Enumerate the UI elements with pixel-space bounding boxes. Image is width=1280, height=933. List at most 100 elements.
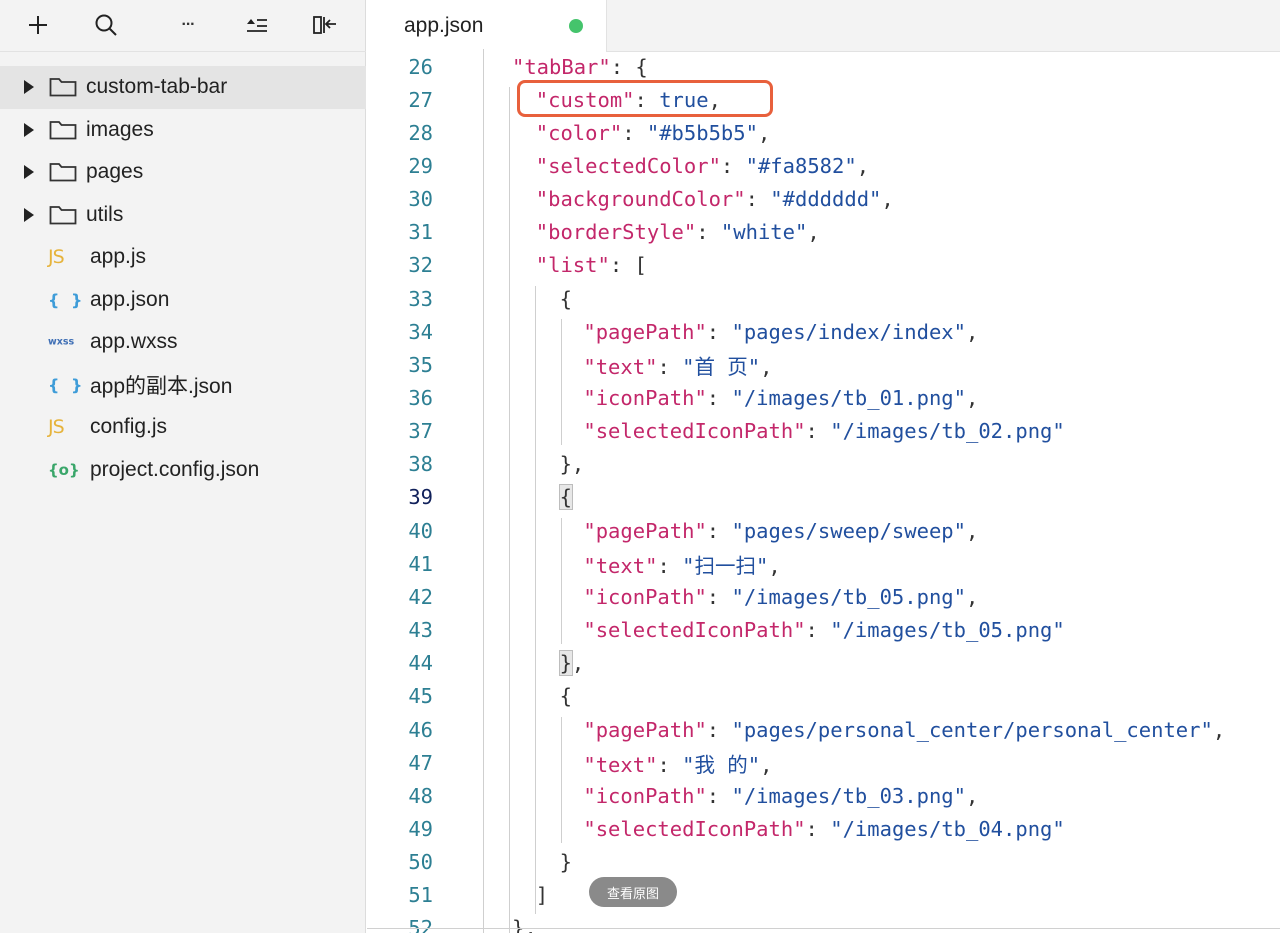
line-number: 40 (408, 518, 433, 543)
wxss-file-icon: wxss (48, 336, 75, 348)
tree-item-label: utils (86, 202, 124, 226)
json-key: "selectedIconPath" (583, 419, 806, 444)
expand-caret-icon[interactable] (24, 80, 34, 95)
json-key: "iconPath" (583, 386, 707, 410)
code-line[interactable]: 40 "pagePath": "pages/sweep/sweep", (367, 514, 1280, 547)
code-line[interactable]: 29 "selectedColor": "#fa8582", (367, 149, 1280, 182)
code-text: "iconPath": "/images/tb_03.png", (583, 784, 978, 808)
punctuation: : (706, 319, 732, 344)
code-line[interactable]: 27 "custom": true, (367, 83, 1280, 116)
json-string: "/images/tb_01.png" (731, 386, 966, 410)
code-line[interactable]: 41 "text": "扫一扫", (367, 547, 1280, 580)
punctuation: , (965, 319, 979, 344)
code-text: { (560, 287, 572, 311)
punctuation: : (706, 584, 732, 609)
tree-folder-images[interactable]: images (0, 109, 366, 152)
tree-file-app-copy-json[interactable]: { } app的副本.json (0, 364, 366, 407)
code-line[interactable]: 26 "tabBar": { (367, 50, 1280, 83)
json-file-icon: { } (48, 375, 86, 395)
punctuation: : (805, 816, 831, 841)
punctuation: : (634, 87, 660, 112)
folder-icon (49, 205, 77, 225)
code-area[interactable]: 26 "tabBar": {27 "custom": true, 28 "color":… (367, 49, 1280, 933)
collapse-sidebar-button[interactable] (307, 8, 343, 42)
line-number: 36 (408, 386, 433, 410)
code-line[interactable]: 34 "pagePath": "pages/index/index", (367, 315, 1280, 348)
search-button[interactable] (88, 8, 124, 42)
tree-item-label: project.config.json (90, 457, 260, 481)
punctuation: , (965, 518, 979, 543)
punctuation: , (760, 752, 773, 777)
tree-file-config-js[interactable]: JS config.js (0, 406, 366, 449)
line-number: 26 (408, 54, 433, 79)
tree-item-label: app.js (90, 245, 147, 269)
line-number: 39 (408, 485, 433, 510)
tree-file-app-wxss[interactable]: wxss app.wxss (0, 321, 366, 364)
json-string: "#dddddd" (770, 187, 882, 212)
json-string: "首 页" (682, 354, 761, 379)
code-line[interactable]: 42 "iconPath": "/images/tb_05.png", (367, 580, 1280, 613)
json-string: "/images/tb_04.png" (830, 816, 1065, 841)
code-line[interactable]: 47 "text": "我 的", (367, 746, 1280, 779)
code-line[interactable]: 36 "iconPath": "/images/tb_01.png", (367, 382, 1280, 415)
expand-caret-icon[interactable] (24, 207, 34, 222)
code-line[interactable]: 52}, (367, 912, 1280, 933)
code-line[interactable]: 45 { (367, 680, 1280, 713)
code-line[interactable]: 31 "borderStyle": "white", (367, 216, 1280, 249)
punctuation: , (807, 220, 820, 245)
sort-button[interactable] (239, 8, 275, 42)
new-file-button[interactable] (20, 8, 56, 42)
punctuation: : (706, 717, 732, 742)
code-line[interactable]: 48 "iconPath": "/images/tb_03.png", (367, 779, 1280, 812)
collapse-sidebar-icon (313, 16, 336, 34)
code-line[interactable]: 32 "list": [ (367, 249, 1280, 282)
code-line[interactable]: 30 "backgroundColor": "#dddddd", (367, 183, 1280, 216)
line-number: 46 (408, 717, 433, 742)
json-string: "white" (720, 220, 808, 245)
json-key: "pagePath" (583, 518, 707, 543)
tree-folder-custom-tab-bar[interactable]: custom-tab-bar (0, 66, 366, 109)
search-icon (95, 14, 117, 36)
code-text: "text": "首 页", (583, 350, 772, 380)
code-line[interactable]: 28 "color": "#b5b5b5", (367, 116, 1280, 149)
tree-file-app-json[interactable]: { } app.json (0, 279, 366, 322)
line-number: 29 (408, 153, 433, 178)
punctuation: : { (610, 54, 648, 79)
code-line[interactable]: 43 "selectedIconPath": "/images/tb_05.png… (367, 614, 1280, 647)
code-text: "selectedIconPath": "/images/tb_05.png" (583, 618, 1064, 642)
tree-file-project-config-json[interactable]: {o} project.config.json (0, 449, 366, 492)
tree-folder-utils[interactable]: utils (0, 194, 366, 237)
punctuation: : (745, 187, 771, 212)
tree-folder-pages[interactable]: pages (0, 151, 366, 194)
punctuation: , (881, 187, 894, 212)
code-line[interactable]: 51] (367, 879, 1280, 912)
editor-bottom-border (367, 928, 1280, 929)
json-key: "color" (535, 120, 623, 145)
expand-caret-icon[interactable] (24, 165, 34, 180)
matched-bracket: } (558, 650, 573, 677)
code-text: "selectedColor": "#fa8582", (536, 154, 869, 178)
code-line[interactable]: 44}, (367, 647, 1280, 680)
code-line[interactable]: 50} (367, 846, 1280, 879)
code-line[interactable]: 33 { (367, 282, 1280, 315)
json-string: "/images/tb_05.png" (830, 618, 1065, 643)
code-line[interactable]: 37 "selectedIconPath": "/images/tb_02.png… (367, 415, 1280, 448)
line-number: 35 (408, 352, 433, 377)
json-string: "#b5b5b5" (646, 120, 758, 145)
json-key: "list" (535, 253, 610, 278)
more-icon: ··· (181, 16, 196, 33)
folder-icon (49, 78, 77, 97)
tree-file-app-js[interactable]: JS app.js (0, 236, 366, 279)
code-line[interactable]: 49 "selectedIconPath": "/images/tb_04.png… (367, 812, 1280, 845)
code-line[interactable]: 39 { (367, 481, 1280, 514)
more-button[interactable]: ··· (170, 8, 206, 42)
code-line[interactable]: 35 "text": "首 页", (367, 348, 1280, 381)
code-line[interactable]: 38}, (367, 448, 1280, 481)
view-original-button[interactable]: 查看原图 (589, 877, 677, 907)
tab-app-json[interactable]: app.json (367, 0, 607, 52)
line-number: 43 (408, 618, 433, 643)
json-string: "扫一扫" (682, 553, 769, 578)
punctuation: : (706, 386, 732, 410)
code-line[interactable]: 46 "pagePath": "pages/personal_center/per… (367, 713, 1280, 746)
expand-caret-icon[interactable] (24, 122, 34, 137)
